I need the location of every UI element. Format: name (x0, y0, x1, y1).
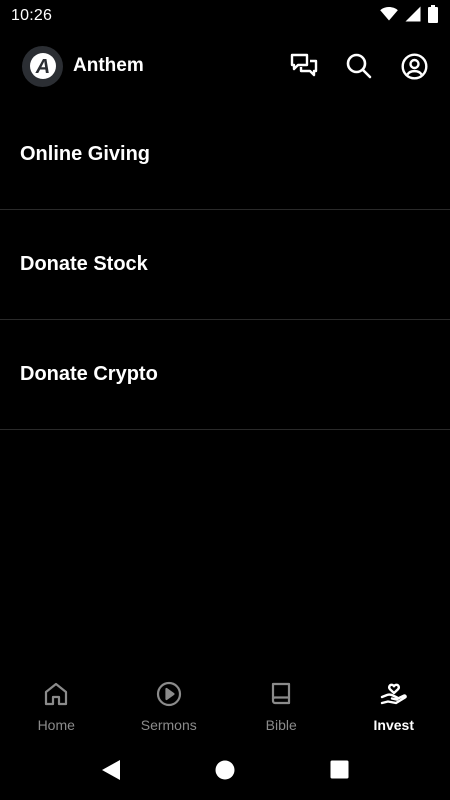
nav-item-invest[interactable]: Invest (338, 681, 450, 733)
chat-icon[interactable] (290, 52, 318, 80)
anthem-logo-icon[interactable]: A (22, 45, 63, 87)
bottom-nav: Home Sermons Bible Invest (0, 672, 450, 742)
brand[interactable]: A Anthem (22, 45, 144, 87)
app-title: Anthem (73, 55, 144, 76)
app-actions (290, 52, 428, 80)
account-icon[interactable] (400, 52, 428, 80)
app-bar: A Anthem (0, 40, 450, 92)
menu-item-donate-crypto[interactable]: Donate Crypto (0, 320, 450, 430)
logo-letter: A (34, 56, 49, 78)
book-icon (269, 681, 293, 712)
hand-heart-icon (380, 681, 408, 712)
nav-label: Home (37, 717, 75, 733)
status-time: 10:26 (11, 7, 53, 24)
nav-label: Sermons (140, 717, 197, 733)
system-nav-bar (0, 744, 450, 800)
nav-label: Bible (265, 717, 297, 733)
giving-menu-list: Online Giving Donate Stock Donate Crypto (0, 100, 450, 430)
back-button[interactable] (54, 744, 168, 800)
status-icons (380, 4, 438, 28)
menu-item-label: Donate Crypto (20, 363, 158, 385)
search-icon[interactable] (345, 52, 373, 80)
screen: 10:26 A Anthem Online Giving Donate Stoc… (0, 0, 450, 800)
menu-item-label: Donate Stock (20, 253, 148, 275)
back-triangle-icon (101, 759, 121, 786)
home-icon (43, 681, 69, 712)
nav-item-sermons[interactable]: Sermons (113, 681, 225, 733)
nav-item-bible[interactable]: Bible (225, 681, 337, 733)
home-circle-icon (215, 760, 235, 785)
wifi-icon (380, 6, 398, 26)
recents-square-icon (330, 760, 349, 784)
signal-icon (405, 6, 421, 27)
play-circle-icon (156, 681, 182, 712)
menu-item-label: Online Giving (20, 143, 151, 165)
recents-button[interactable] (282, 744, 396, 800)
nav-label: Invest (373, 717, 414, 733)
battery-icon (428, 4, 438, 28)
nav-item-home[interactable]: Home (0, 681, 112, 733)
status-bar: 10:26 (0, 0, 450, 32)
home-system-button[interactable] (168, 744, 282, 800)
menu-item-donate-stock[interactable]: Donate Stock (0, 210, 450, 320)
menu-item-online-giving[interactable]: Online Giving (0, 100, 450, 210)
